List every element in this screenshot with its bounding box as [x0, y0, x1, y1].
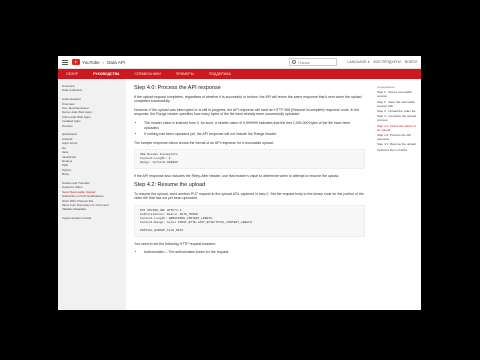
left-sidebar: Overview Data Collection Authentication Ov… [58, 79, 126, 310]
tab-overview[interactable]: ОБЗОР [66, 72, 78, 76]
tab-reference[interactable]: СПРАВОЧНИКИ [135, 72, 161, 76]
code-block: 308 Resume Incomplete Content-Length: 0 Ra… [134, 149, 365, 170]
search-icon [292, 60, 297, 64]
section-nav: ОБЗОР РУКОВОДСТВА СПРАВОЧНИКИ ПРИМЕРЫ ПО… [58, 69, 421, 79]
paragraph: If the upload request completes, regardl… [134, 94, 362, 104]
all-products-link[interactable]: ВСЕ ПРОДУКТЫ [373, 60, 400, 64]
browser-viewport: YouTube › Data API Поиск LANGUAGE ▾ ВСЕ … [58, 56, 421, 310]
toc-item[interactable]: Step 3 - Upload the video file [377, 109, 417, 113]
toc-title: Содержание [377, 85, 395, 89]
toc-item[interactable]: Step 2 - Save the resumable session URI [377, 100, 417, 108]
section-heading: Step 4.0: Process the API response [134, 85, 221, 91]
tab-guides[interactable]: РУКОВОДСТВА [93, 72, 119, 76]
list-item: The header value is indexed from 0. As s… [144, 121, 365, 130]
search-placeholder: Поиск [298, 59, 310, 65]
menu-icon[interactable] [62, 59, 68, 65]
youtube-logo-icon[interactable] [72, 59, 80, 65]
language-select[interactable]: LANGUAGE ▾ [347, 60, 369, 64]
paragraph: If the API response also includes the Re… [134, 174, 340, 179]
api-name[interactable]: Data API [107, 60, 125, 65]
paragraph: To resume the upload, send another PUT r… [134, 191, 364, 201]
toc-item[interactable]: Step 4.1: Check the status of an upload [377, 124, 417, 132]
toc-sidebar: Содержание Step 1 - Start a resumable se… [373, 79, 421, 310]
sidebar-item[interactable]: Implementation Guide [62, 216, 122, 220]
list-item: Authorization – The authorization token … [144, 250, 365, 255]
search-box[interactable]: Поиск [289, 58, 338, 66]
paragraph: However, if the upload was interrupted o… [134, 107, 360, 117]
toc-item[interactable]: Upload a file in chunks [377, 148, 417, 152]
tab-support[interactable]: ПОДДЕРЖКА [209, 72, 231, 76]
list-item: If nothing has been uploaded yet, the AP… [144, 132, 365, 137]
sign-in-link[interactable]: ВОЙТИ [405, 60, 417, 64]
code-block: PUT UPLOAD_URL HTTP/1.1 Authorization: Be… [134, 204, 365, 237]
code-line: Range: bytes=0-999999 [140, 161, 178, 165]
section-heading: Step 4.2: Resume the upload [134, 181, 206, 188]
code-line: PARTIAL_BINARY_FILE_DATA [140, 228, 184, 232]
chevron-right-icon: › [102, 59, 105, 65]
toc-item[interactable]: Step 1 - Start a resumable session [377, 90, 417, 98]
paragraph: You need to set the following HTTP reque… [134, 241, 216, 246]
bullet-list: Authorization – The authorization token … [144, 250, 365, 255]
bullet-list: The header value is indexed from 0. As s… [144, 121, 365, 137]
main-content: Step 4.0: Process the API response If th… [126, 79, 373, 310]
toc-item[interactable]: Step 4.3: Resume the upload [377, 142, 417, 146]
toc-item[interactable]: Step 4.2: Process the API response [377, 133, 417, 141]
toc-item[interactable]: Step 4 - Complete the upload process [377, 114, 417, 122]
brand-name[interactable]: YouTube [82, 60, 100, 65]
paragraph: The sample response below shows the form… [134, 140, 274, 145]
tab-samples[interactable]: ПРИМЕРЫ [176, 72, 194, 76]
top-bar: YouTube › Data API Поиск LANGUAGE ▾ ВСЕ … [58, 56, 421, 69]
